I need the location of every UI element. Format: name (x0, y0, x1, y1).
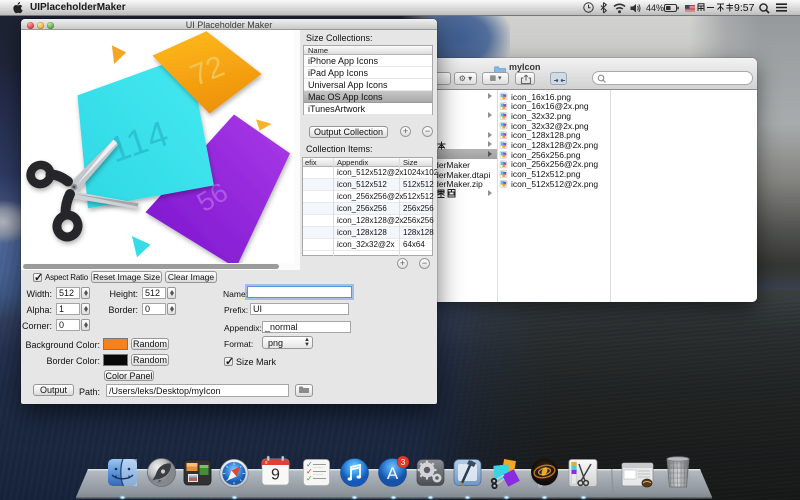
svg-text:A: A (386, 464, 398, 483)
svg-text:9: 9 (271, 467, 280, 484)
svg-text:3: 3 (400, 457, 405, 467)
svg-text:✓: ✓ (306, 474, 313, 483)
